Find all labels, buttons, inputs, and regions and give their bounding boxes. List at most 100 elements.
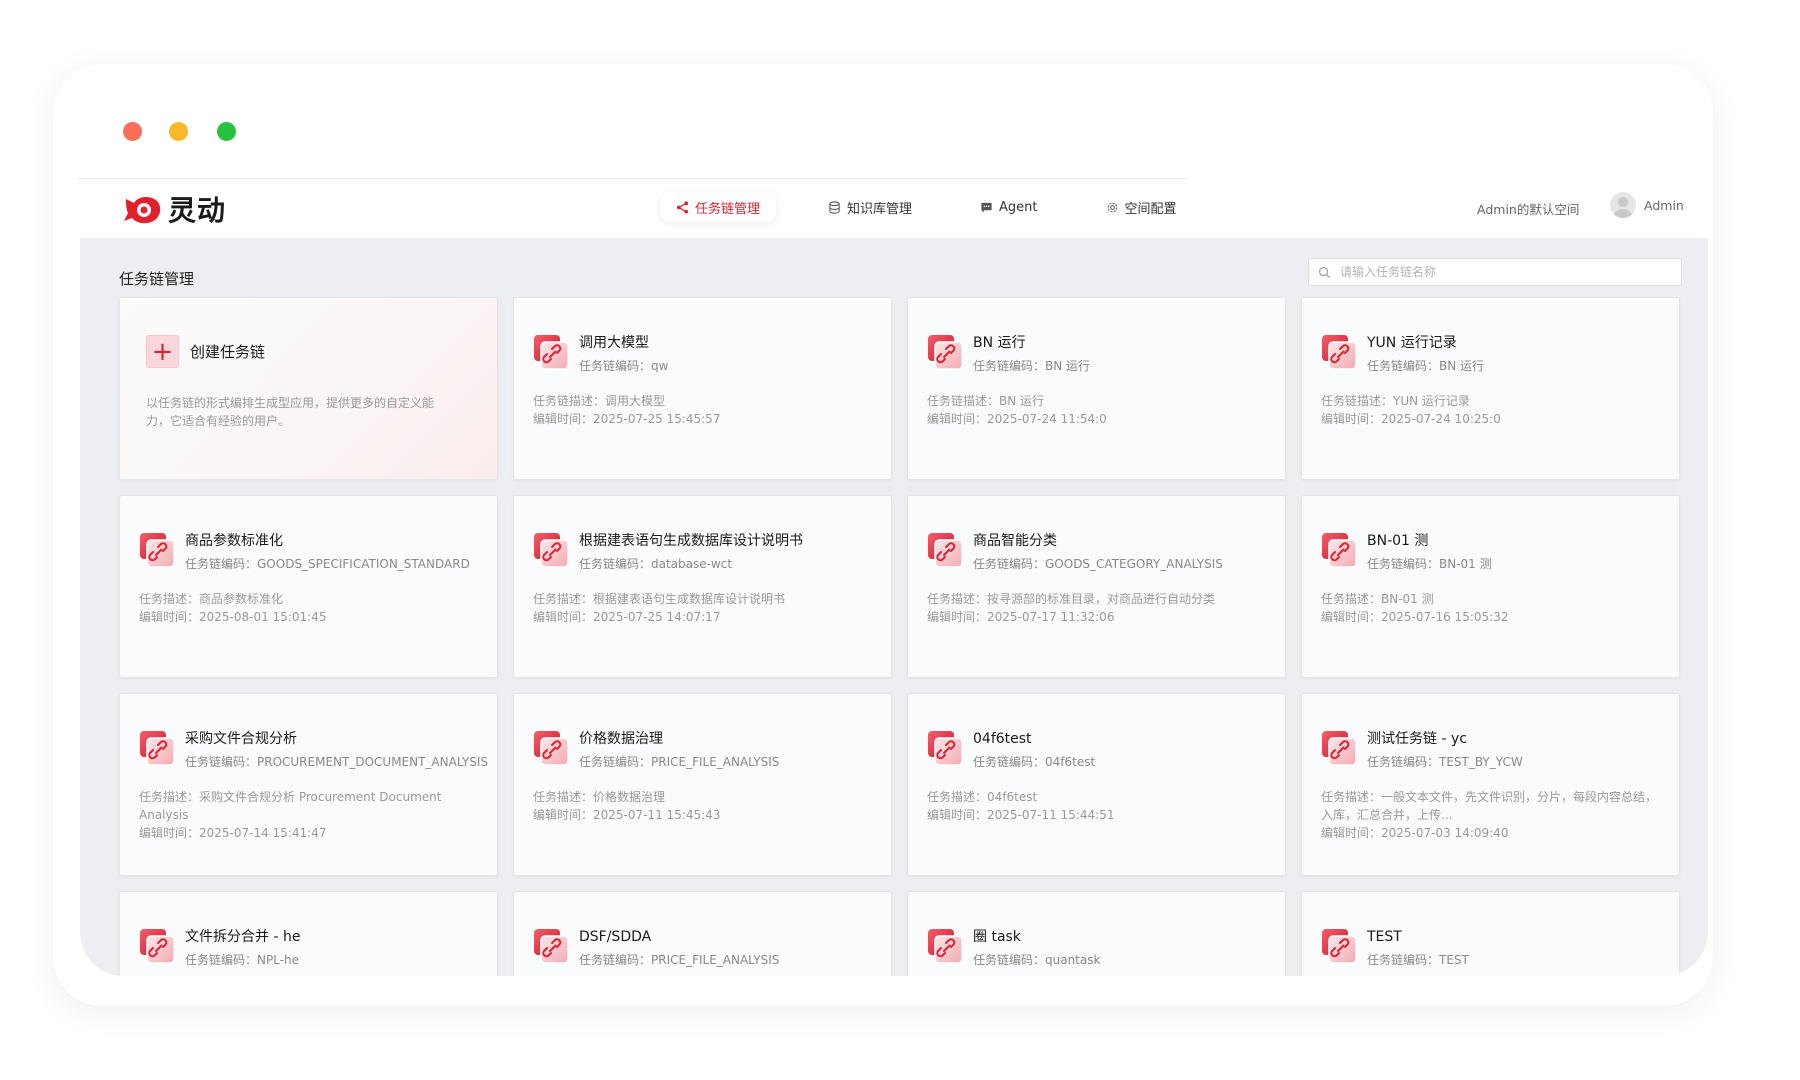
- task-chain-card[interactable]: 文件拆分合并 - he 任务链编码：NPL-he: [119, 891, 498, 976]
- card-title: BN-01 测: [1367, 533, 1429, 549]
- card-code: 任务链编码：TEST_BY_YCW: [1367, 755, 1523, 769]
- task-chain-card[interactable]: 价格数据治理 任务链编码：PRICE_FILE_ANALYSIS 任务描述：价格数据…: [513, 693, 892, 876]
- card-code: 任务链编码：BN-01 测: [1367, 557, 1492, 571]
- nav-tab-label: Agent: [999, 199, 1038, 215]
- task-chain-card[interactable]: 商品参数标准化任务链编码：GOODS_SPECIFICATION_STANDAR…: [119, 495, 498, 678]
- card-desc: 任务描述：04f6test: [927, 790, 1038, 804]
- link-icon: [534, 929, 569, 964]
- card-edit-time: 编辑时间：2025-07-25 15:45:57: [533, 412, 721, 426]
- task-chain-card[interactable]: 04f6test 任务链编码：04f6test 任务描述：04f6test 编辑时间：…: [907, 693, 1286, 876]
- card-title: 文件拆分合并 - he: [185, 929, 301, 945]
- link-icon: [534, 533, 569, 568]
- link-icon: [140, 731, 175, 766]
- task-chain-card[interactable]: TEST 任务链编码：TEST: [1301, 891, 1680, 976]
- card-code: 任务链编码：BN 运行: [1367, 359, 1485, 373]
- window-maximize-button[interactable]: [217, 122, 236, 141]
- card-desc: 任务链描述：YUN 运行记录: [1321, 394, 1470, 408]
- task-chain-card[interactable]: 测试任务链 - yc 任务链编码：TEST_BY_YCW 任务描述：一般文本文件，先…: [1301, 693, 1680, 876]
- link-icon: [1322, 533, 1357, 568]
- task-chain-card[interactable]: 根据建表语句生成数据库设计说明书 任务链编码：database-wct 任务描述：根…: [513, 495, 892, 678]
- link-icon: [928, 929, 963, 964]
- nav-tab-space-config[interactable]: 空间配置: [1090, 192, 1193, 222]
- window-minimize-button[interactable]: [169, 122, 188, 141]
- chat-icon: [981, 202, 992, 213]
- user-icon: [1614, 197, 1632, 218]
- search-input[interactable]: [1338, 264, 1672, 280]
- database-icon: [829, 200, 840, 214]
- link-icon: [140, 929, 175, 964]
- search-icon: [1319, 266, 1331, 278]
- card-desc: 任务描述：一般文本文件，先文件识别，分片，每段内容总结，入库，汇总合并，上传..…: [1321, 790, 1658, 822]
- create-card-title: 创建任务链: [190, 343, 266, 361]
- nav-tab-task-chain[interactable]: 任务链管理: [660, 192, 777, 222]
- card-code: 任务链编码：04f6test: [973, 755, 1096, 769]
- nav-tab-knowledge-base[interactable]: 知识库管理: [812, 192, 928, 222]
- card-title: 商品智能分类: [973, 533, 1057, 549]
- card-edit-time: 编辑时间：2025-07-11 15:44:51: [927, 808, 1115, 822]
- window-close-button[interactable]: [123, 122, 142, 141]
- card-code: 任务链编码：NPL-he: [185, 953, 300, 967]
- card-code: 任务链编码：quantask: [973, 953, 1101, 967]
- card-edit-time: 编辑时间：2025-07-24 10:25:0: [1321, 412, 1501, 426]
- task-chain-card[interactable]: BN 运行 任务链编码：BN 运行 任务链描述：BN 运行 编辑时间：2025-07-…: [907, 297, 1286, 480]
- card-desc: 任务描述：BN-01 测: [1321, 592, 1434, 606]
- main-content: 任务链管理 + 创建任务链 以任务链的形式编排生成型应用，提供更多的自定义能力，…: [80, 238, 1708, 976]
- nav-tab-label: 知识库管理: [847, 201, 913, 217]
- card-code: 任务链编码：qw: [579, 359, 669, 373]
- create-card-desc: 以任务链的形式编排生成型应用，提供更多的自定义能力，它适合有经验的用户。: [146, 396, 435, 428]
- card-title: BN 运行: [973, 335, 1026, 351]
- link-icon: [928, 533, 963, 568]
- nav-tab-label: 任务链管理: [695, 201, 761, 217]
- card-title: DSF/SDDA: [579, 929, 652, 945]
- card-code: 任务链编码：TEST: [1367, 953, 1469, 967]
- task-chain-grid: + 创建任务链 以任务链的形式编排生成型应用，提供更多的自定义能力，它适合有经验…: [119, 297, 1680, 976]
- card-edit-time: 编辑时间：2025-07-24 11:54:0: [927, 412, 1107, 426]
- card-edit-time: 编辑时间：2025-07-14 15:41:47: [139, 826, 327, 840]
- search-box[interactable]: [1308, 258, 1682, 286]
- logo[interactable]: 灵动: [120, 188, 226, 230]
- card-code: 任务链编码：database-wct: [579, 557, 733, 571]
- nav-tab-agent[interactable]: Agent: [964, 192, 1053, 222]
- card-code: 任务链编码：PRICE_FILE_ANALYSIS: [579, 953, 780, 967]
- task-chain-card[interactable]: DSF/SDDA 任务链编码：PRICE_FILE_ANALYSIS: [513, 891, 892, 976]
- task-chain-card[interactable]: 采购文件合规分析任务链编码：PROCUREMENT_DOCUMENT_ANALY…: [119, 693, 498, 876]
- task-chain-card[interactable]: 调用大模型 任务链编码：qw 任务链描述：调用大模型 编辑时间：2025-07-25 …: [513, 297, 892, 480]
- gear-icon: [1107, 202, 1117, 212]
- card-title: 价格数据治理: [579, 731, 663, 747]
- card-title: 商品参数标准化: [185, 533, 283, 549]
- link-icon: [534, 731, 569, 766]
- task-chain-card[interactable]: 圈 task 任务链编码：quantask: [907, 891, 1286, 976]
- card-edit-time: 编辑时间：2025-07-11 15:45:43: [533, 808, 721, 822]
- card-title: 采购文件合规分析: [185, 731, 297, 747]
- share-icon: [676, 200, 689, 214]
- user-menu[interactable]: Admin: [1610, 192, 1684, 218]
- link-icon: [534, 335, 569, 370]
- card-desc: 任务链描述：调用大模型: [533, 394, 666, 408]
- card-title: 圈 task: [973, 929, 1021, 945]
- workspace-selector[interactable]: Admin的默认空间: [1477, 199, 1579, 218]
- card-title: 04f6test: [973, 731, 1032, 747]
- link-icon: [140, 533, 175, 568]
- task-chain-card[interactable]: YUN 运行记录 任务链编码：BN 运行 任务链描述：YUN 运行记录 编辑时间：20…: [1301, 297, 1680, 480]
- card-code: 任务链编码：PRICE_FILE_ANALYSIS: [579, 755, 780, 769]
- task-chain-card[interactable]: BN-01 测任务链编码：BN-01 测任务描述：BN-01 测编辑时间：202…: [1301, 495, 1680, 678]
- card-desc: 任务描述：商品参数标准化: [139, 592, 284, 606]
- main-nav: 任务链管理 知识库管理 Agent 空间配置: [660, 192, 1229, 222]
- card-title: 根据建表语句生成数据库设计说明书: [579, 533, 803, 549]
- card-code: 任务链编码：GOODS_SPECIFICATION_STANDARD: [185, 557, 470, 571]
- card-edit-time: 编辑时间：2025-07-16 15:05:32: [1321, 610, 1509, 624]
- card-title: TEST: [1367, 929, 1402, 945]
- card-code: 任务链编码：PROCUREMENT_DOCUMENT_ANALYSIS: [185, 755, 489, 769]
- divider: [78, 178, 1188, 179]
- create-task-chain-card[interactable]: + 创建任务链 以任务链的形式编排生成型应用，提供更多的自定义能力，它适合有经验…: [119, 297, 498, 480]
- link-icon: [928, 335, 963, 370]
- card-desc: 任务描述：采购文件合规分析 Procurement Document Analy…: [139, 790, 442, 822]
- avatar: [1610, 192, 1636, 218]
- logo-text: 灵动: [168, 194, 227, 227]
- card-title: 测试任务链 - yc: [1367, 731, 1467, 747]
- nav-tab-label: 空间配置: [1124, 201, 1177, 217]
- logo-icon: [124, 197, 161, 224]
- link-icon: [1322, 929, 1357, 964]
- task-chain-card[interactable]: 商品智能分类 任务链编码：GOODS_CATEGORY_ANALYSIS 任务描述：…: [907, 495, 1286, 678]
- card-edit-time: 编辑时间：2025-08-01 15:01:45: [139, 610, 327, 624]
